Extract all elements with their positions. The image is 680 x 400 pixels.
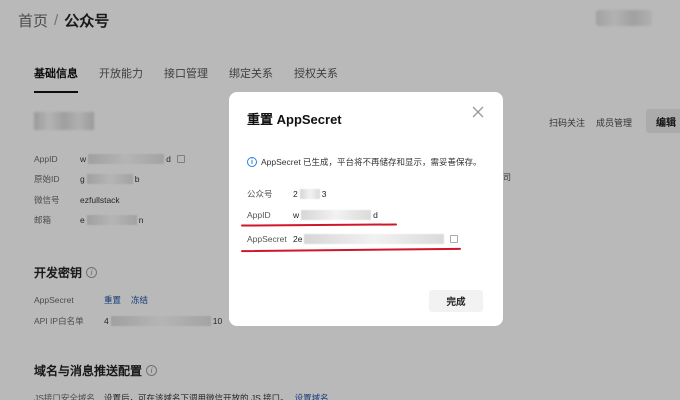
highlight-underline-appsecret [240,247,462,253]
account-suffix: 3 [321,189,327,199]
info-circle-icon: i [247,157,257,167]
dialog-appid-blurred [301,210,372,220]
account-label: 公众号 [247,189,273,199]
dialog-appid-prefix: w [293,210,300,220]
dialog-appsecret-blurred [304,234,445,244]
dialog-row-appid: AppID w d [247,210,378,220]
dialog-appsecret-prefix: 2e [293,234,303,244]
account-blurred [299,189,320,199]
dialog-appid-label: AppID [247,210,271,220]
highlight-underline-appid [240,223,398,227]
notice-message: i AppSecret 已生成，平台将不再储存和显示，需妥善保存。 [247,156,482,168]
dialog-row-appsecret: AppSecret 2e [247,234,459,244]
close-icon[interactable] [470,104,486,120]
dialog-appid-suffix: d [373,210,378,220]
dialog-title: 重置 AppSecret [247,112,342,127]
account-prefix: 2 [293,189,298,199]
dialog-row-account: 公众号 2 3 [247,188,326,200]
copy-icon[interactable] [450,235,459,243]
done-button[interactable]: 完成 [429,290,483,312]
dialog-appsecret-label: AppSecret [247,234,287,244]
notice-text: AppSecret 已生成，平台将不再储存和显示，需妥善保存。 [261,157,482,167]
reset-appsecret-dialog: 重置 AppSecret i AppSecret 已生成，平台将不再储存和显示，… [229,92,503,326]
